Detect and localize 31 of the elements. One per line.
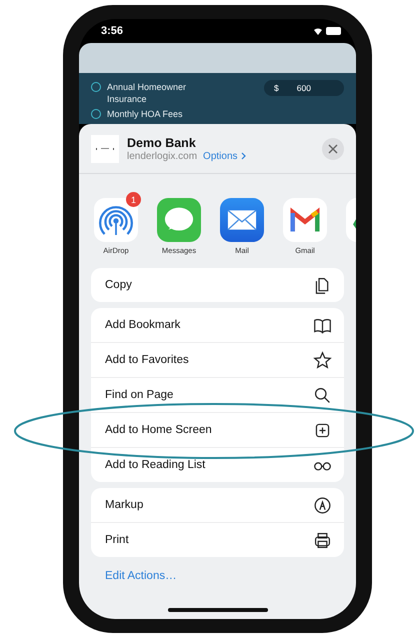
envelope-icon (220, 198, 264, 242)
field-label: Annual Homeowner Insurance (107, 81, 188, 105)
airdrop-icon (94, 198, 138, 242)
field-label: Monthly HOA Fees (107, 108, 184, 120)
search-icon (313, 386, 332, 404)
action-row[interactable]: Markup (91, 488, 344, 522)
action-row[interactable]: Print (91, 523, 344, 557)
close-button[interactable] (322, 138, 344, 160)
action-row[interactable]: Add to Favorites (91, 343, 344, 377)
options-link[interactable]: Options (203, 150, 246, 162)
action-row[interactable]: Add Bookmark (91, 308, 344, 342)
action-row[interactable]: Add to Reading List (91, 448, 344, 482)
gmail-icon (283, 198, 327, 242)
action-row[interactable]: Find on Page (91, 378, 344, 412)
chevron-icon (240, 152, 246, 160)
action-row[interactable]: Copy (91, 268, 344, 302)
printer-icon (313, 530, 332, 550)
pen-tip-icon (313, 496, 332, 514)
site-title: Demo Bank (127, 136, 197, 150)
action-row[interactable]: Add to Home Screen (91, 413, 344, 447)
speech-bubble-icon (157, 198, 201, 242)
close-icon (328, 144, 338, 154)
amount-field[interactable]: $ 600 (264, 80, 344, 96)
radio-button[interactable] (91, 82, 101, 92)
radio-button[interactable] (91, 109, 101, 119)
edit-actions-link[interactable]: Edit Actions… (105, 570, 177, 582)
star-icon (313, 350, 332, 370)
site-url: lenderlogix.com (127, 150, 198, 162)
notification-badge: 1 (126, 192, 141, 207)
site-logo-icon (91, 134, 119, 162)
status-time: 3:56 (101, 25, 124, 37)
